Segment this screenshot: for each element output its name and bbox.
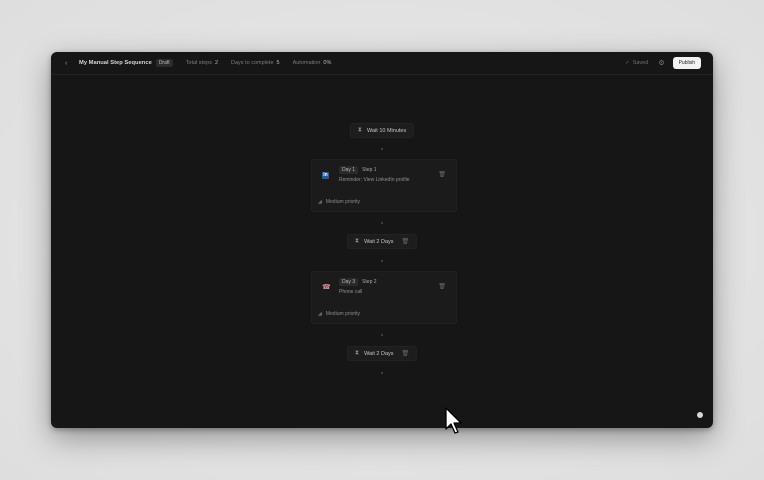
linkedin-icon: in — [322, 172, 329, 179]
total-steps-value: 2 — [214, 60, 219, 66]
hourglass-icon: ⧗ — [354, 238, 360, 244]
wait-node-2[interactable]: ⧗ Wait 2 Days 🗑 — [346, 234, 418, 249]
chevron-left-icon[interactable]: ‹ — [65, 60, 75, 67]
saved-indicator: ✓ Saved — [625, 60, 648, 66]
priority-row: ◢ Medium priority — [318, 199, 360, 205]
day-tag: Day 1 — [339, 166, 359, 174]
automation-label: Automation — [292, 60, 321, 66]
days-value: 5 — [276, 60, 280, 66]
step-tag: Step 1 — [362, 167, 377, 173]
gear-icon[interactable]: ⚙ — [658, 59, 664, 67]
days-to-complete-stat: Days to complete 5 — [231, 60, 280, 66]
top-bar: ‹ My Manual Step Sequence Draft Total st… — [51, 52, 713, 75]
day-tag: Day 3 — [339, 278, 359, 286]
check-icon: ✓ — [625, 60, 630, 66]
desktop-background: ‹ My Manual Step Sequence Draft Total st… — [0, 0, 764, 480]
priority-row: ◢ Medium priority — [318, 311, 360, 317]
connector-dot — [381, 260, 383, 262]
step-description: Reminder: View LinkedIn profile — [339, 177, 410, 183]
trash-icon[interactable]: 🗑 — [402, 350, 410, 357]
automation-value: 0% — [323, 60, 332, 66]
help-icon[interactable] — [697, 412, 703, 418]
connector-dot — [381, 372, 383, 374]
status-badge: Draft — [155, 59, 173, 67]
wait-label: Wait 2 Days — [364, 350, 394, 357]
connector-dot — [381, 334, 383, 336]
phone-icon: ☎ — [322, 284, 331, 291]
wait-node-3[interactable]: ⧗ Wait 2 Days 🗑 — [346, 346, 418, 361]
wait-label: Wait 10 Minutes — [366, 127, 407, 134]
step-tags: Day 1 Step 1 — [339, 166, 377, 174]
step-description: Phone call — [339, 289, 363, 295]
trash-icon[interactable]: 🗑 — [402, 238, 410, 245]
priority-label: Medium priority — [325, 199, 361, 205]
total-steps-label: Total steps — [185, 60, 212, 66]
priority-bars-icon: ◢ — [318, 199, 322, 205]
priority-bars-icon: ◢ — [318, 311, 322, 317]
hourglass-icon: ⧗ — [357, 127, 362, 133]
wait-label: Wait 2 Days — [364, 238, 394, 245]
flow-canvas[interactable]: ⧗ Wait 10 Minutes in Day 1 Step 1 Remind… — [51, 74, 713, 428]
automation-stat: Automation 0% — [293, 60, 332, 66]
trash-icon[interactable]: 🗑 — [438, 283, 446, 290]
mouse-cursor-icon — [445, 407, 462, 434]
total-steps-stat: Total steps 2 — [186, 60, 218, 66]
sequence-title[interactable]: My Manual Step Sequence — [79, 60, 152, 66]
step-tag: Step 2 — [362, 279, 377, 285]
saved-label: Saved — [632, 60, 649, 66]
step-card-1[interactable]: in Day 1 Step 1 Reminder: View LinkedIn … — [311, 159, 457, 212]
connector-dot — [381, 148, 383, 150]
wait-node-1[interactable]: ⧗ Wait 10 Minutes — [349, 123, 415, 138]
connector-dot — [381, 222, 383, 224]
days-label: Days to complete — [231, 60, 274, 66]
priority-label: Medium priority — [325, 311, 361, 317]
step-tags: Day 3 Step 2 — [339, 278, 377, 286]
publish-button[interactable]: Publish — [672, 57, 701, 69]
step-card-2[interactable]: ☎ Day 3 Step 2 Phone call 🗑 ◢ Medium pri… — [311, 271, 457, 324]
hourglass-icon: ⧗ — [354, 350, 360, 356]
trash-icon[interactable]: 🗑 — [438, 171, 446, 178]
sequence-editor-window: ‹ My Manual Step Sequence Draft Total st… — [51, 52, 713, 428]
